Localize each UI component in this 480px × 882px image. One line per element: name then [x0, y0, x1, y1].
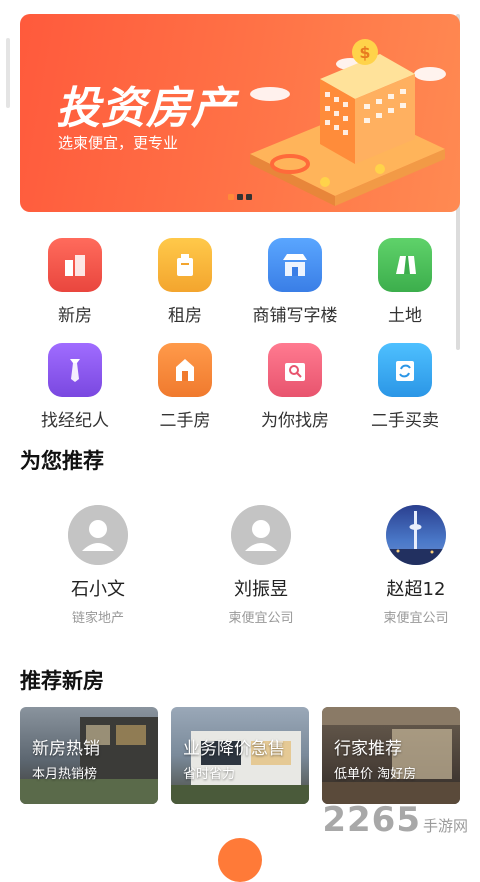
land-icon — [378, 238, 432, 292]
category-find-house[interactable]: 为你找房 — [240, 343, 350, 448]
building-illustration-icon: $ — [250, 39, 446, 206]
category-label: 商铺写字楼 — [252, 306, 338, 326]
agent-icon — [48, 343, 102, 397]
watermark-text: 手游网 — [422, 817, 468, 835]
agent-company: 柬便宜公司 — [383, 611, 449, 626]
agent-company: 柬便宜公司 — [228, 611, 294, 626]
card-subtitle: 本月热销榜 — [32, 767, 98, 782]
banner-subtitle: 选柬便宜，更专业 — [58, 134, 179, 152]
category-label: 租房 — [168, 306, 202, 326]
svg-text:$: $ — [359, 43, 370, 62]
house-card[interactable]: 行家推荐 低单价 淘好房 — [322, 707, 460, 804]
second-hand-house-icon — [158, 343, 212, 397]
find-house-icon — [268, 343, 322, 397]
avatar — [231, 505, 291, 565]
category-land[interactable]: 土地 — [350, 238, 460, 343]
promo-banner[interactable]: 投资房产 选柬便宜，更专业 $ — [20, 14, 460, 212]
agent-name: 石小文 — [71, 579, 125, 600]
bottom-float-button[interactable] — [218, 838, 262, 882]
shop-icon — [268, 238, 322, 292]
card-subtitle: 省时省力 — [183, 767, 236, 782]
category-label: 二手房 — [159, 411, 211, 431]
pagination-dot[interactable] — [246, 194, 252, 200]
new-houses-section-title: 推荐新房 — [20, 669, 104, 693]
card-subtitle: 低单价 淘好房 — [334, 767, 417, 782]
card-title: 新房热销 — [32, 739, 100, 759]
card-title: 行家推荐 — [334, 739, 402, 759]
avatar — [68, 505, 128, 565]
category-grid: 新房 租房 商铺写字楼 土地 找经纪人 二手房 为你找房 二手买卖 — [20, 238, 460, 448]
new-house-icon — [48, 238, 102, 292]
category-label: 新房 — [58, 306, 92, 326]
category-second-hand-trade[interactable]: 二手买卖 — [350, 343, 460, 448]
agent-name: 刘振昱 — [234, 579, 288, 600]
house-card[interactable]: 新房热销 本月热销榜 — [20, 707, 158, 804]
watermark-logo: 2265 手游网 — [322, 800, 468, 840]
left-scroll-indicator — [6, 38, 10, 108]
watermark-number: 2265 — [322, 800, 421, 840]
category-find-agent[interactable]: 找经纪人 — [20, 343, 130, 448]
category-label: 二手买卖 — [371, 411, 439, 431]
trade-icon — [378, 343, 432, 397]
recommend-section-title: 为您推荐 — [20, 449, 104, 473]
card-title: 业务降价急售 — [183, 739, 285, 759]
pagination-dot-active[interactable] — [228, 194, 234, 200]
category-label: 为你找房 — [261, 411, 329, 431]
agent-name: 赵超12 — [386, 579, 446, 600]
category-new-house[interactable]: 新房 — [20, 238, 130, 343]
house-card[interactable]: 业务降价急售 省时省力 — [171, 707, 309, 804]
category-shop-office[interactable]: 商铺写字楼 — [240, 238, 350, 343]
agent-card[interactable]: 刘振昱 柬便宜公司 — [196, 505, 326, 626]
rent-icon — [158, 238, 212, 292]
category-label: 土地 — [388, 306, 422, 326]
banner-pagination — [228, 194, 252, 200]
banner-title: 投资房产 — [56, 83, 236, 134]
category-rent[interactable]: 租房 — [130, 238, 240, 343]
agent-company: 链家地产 — [71, 611, 124, 626]
agent-card[interactable]: 赵超12 柬便宜公司 — [361, 505, 460, 626]
agent-card[interactable]: 石小文 链家地产 — [33, 505, 163, 626]
category-label: 找经纪人 — [41, 411, 109, 431]
pagination-dot[interactable] — [237, 194, 243, 200]
new-house-cards: 新房热销 本月热销榜 业务降价急售 省时省力 行家推荐 低单价 淘好房 — [20, 707, 460, 804]
agent-list: 石小文 链家地产 刘振昱 柬便宜公司 赵超12 柬便宜公司 — [20, 505, 460, 635]
category-second-hand-house[interactable]: 二手房 — [130, 343, 240, 448]
avatar — [386, 505, 446, 565]
